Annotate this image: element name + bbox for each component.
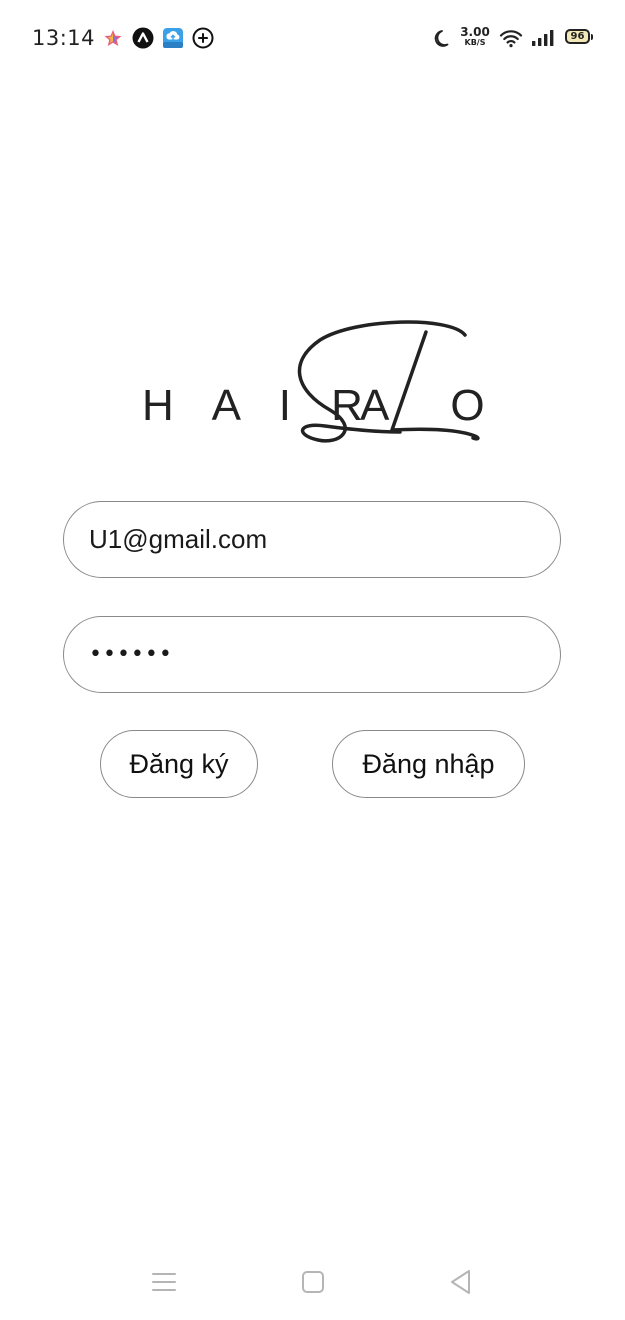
battery-level: 96 <box>570 31 585 42</box>
network-speed-value: 3.00 <box>460 25 490 39</box>
login-button[interactable]: Đăng nhập <box>332 730 525 798</box>
home-icon[interactable] <box>298 1268 328 1296</box>
signal-icon <box>532 30 554 46</box>
register-button[interactable]: Đăng ký <box>100 730 258 798</box>
email-input[interactable] <box>89 502 529 576</box>
menu-icon[interactable] <box>149 1268 179 1296</box>
network-speed: 3.00 KB/S <box>459 26 491 47</box>
password-field[interactable] <box>63 616 561 693</box>
cloud-upload-app-icon <box>163 28 183 48</box>
password-input[interactable] <box>89 617 529 691</box>
hair-salon-logo: H A I R A O N <box>142 320 500 443</box>
logo-text-alon: A O N <box>360 381 500 430</box>
moon-icon <box>434 30 449 47</box>
email-field[interactable] <box>63 501 561 578</box>
network-speed-unit: KB/S <box>464 38 486 47</box>
battery-tip <box>591 34 593 40</box>
battery-icon: 96 <box>565 29 590 44</box>
wifi-icon <box>499 30 523 48</box>
status-bar: 13:14 3.00 KB/S 96 <box>0 0 625 78</box>
back-icon[interactable] <box>446 1268 476 1296</box>
star-app-icon <box>104 30 122 46</box>
plus-circle-icon <box>192 27 214 49</box>
a-app-icon <box>132 27 154 49</box>
status-time: 13:14 <box>32 26 96 50</box>
